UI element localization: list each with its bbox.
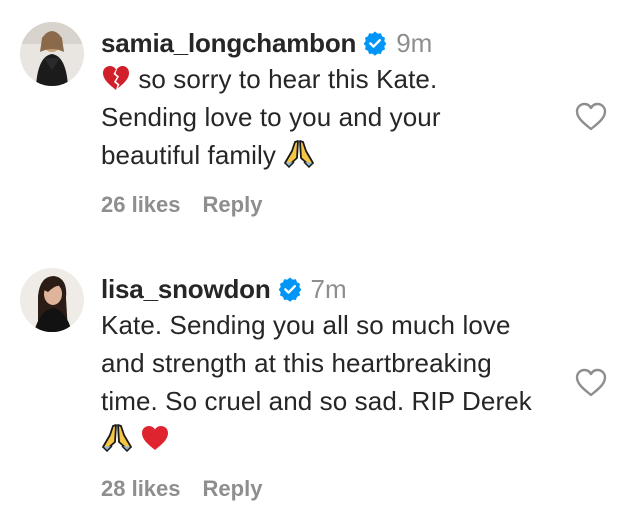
comment-header: lisa_snowdon 7m <box>101 272 347 306</box>
likes-count[interactable]: 28 likes <box>101 476 181 502</box>
verified-badge-icon <box>277 276 303 302</box>
comment-line: beautiful family <box>101 140 277 170</box>
folded-hands-emoji <box>101 422 133 452</box>
verified-badge-icon <box>362 30 388 56</box>
comment-line: Kate. Sending you all so much love <box>101 310 511 340</box>
username-link[interactable]: lisa_snowdon <box>101 274 271 305</box>
comment-line: time. So cruel and so sad. RIP Derek <box>101 386 532 416</box>
comment-line: and strength at this heartbreaking <box>101 348 492 378</box>
comment-meta: 28 likes Reply <box>101 474 262 504</box>
username-link[interactable]: samia_longchambon <box>101 28 356 59</box>
comment-text: so sorry to hear this Kate. Sending love… <box>101 60 571 174</box>
timestamp: 7m <box>310 273 347 304</box>
avatar[interactable] <box>20 268 84 332</box>
comment-line: so sorry to hear this Kate. <box>138 64 438 94</box>
reply-button[interactable]: Reply <box>203 192 263 218</box>
like-heart-icon[interactable] <box>574 366 608 400</box>
comment-line: Sending love to you and your <box>101 102 441 132</box>
avatar[interactable] <box>20 22 84 86</box>
folded-hands-emoji <box>283 138 315 168</box>
comment-header: samia_longchambon 9m <box>101 26 432 60</box>
reply-button[interactable]: Reply <box>203 476 263 502</box>
likes-count[interactable]: 26 likes <box>101 192 181 218</box>
comment-meta: 26 likes Reply <box>101 190 262 220</box>
broken-heart-emoji <box>101 64 131 92</box>
comment-text: Kate. Sending you all so much love and s… <box>101 306 571 458</box>
timestamp: 9m <box>396 27 433 58</box>
like-heart-icon[interactable] <box>574 100 608 134</box>
red-heart-emoji <box>140 424 170 452</box>
